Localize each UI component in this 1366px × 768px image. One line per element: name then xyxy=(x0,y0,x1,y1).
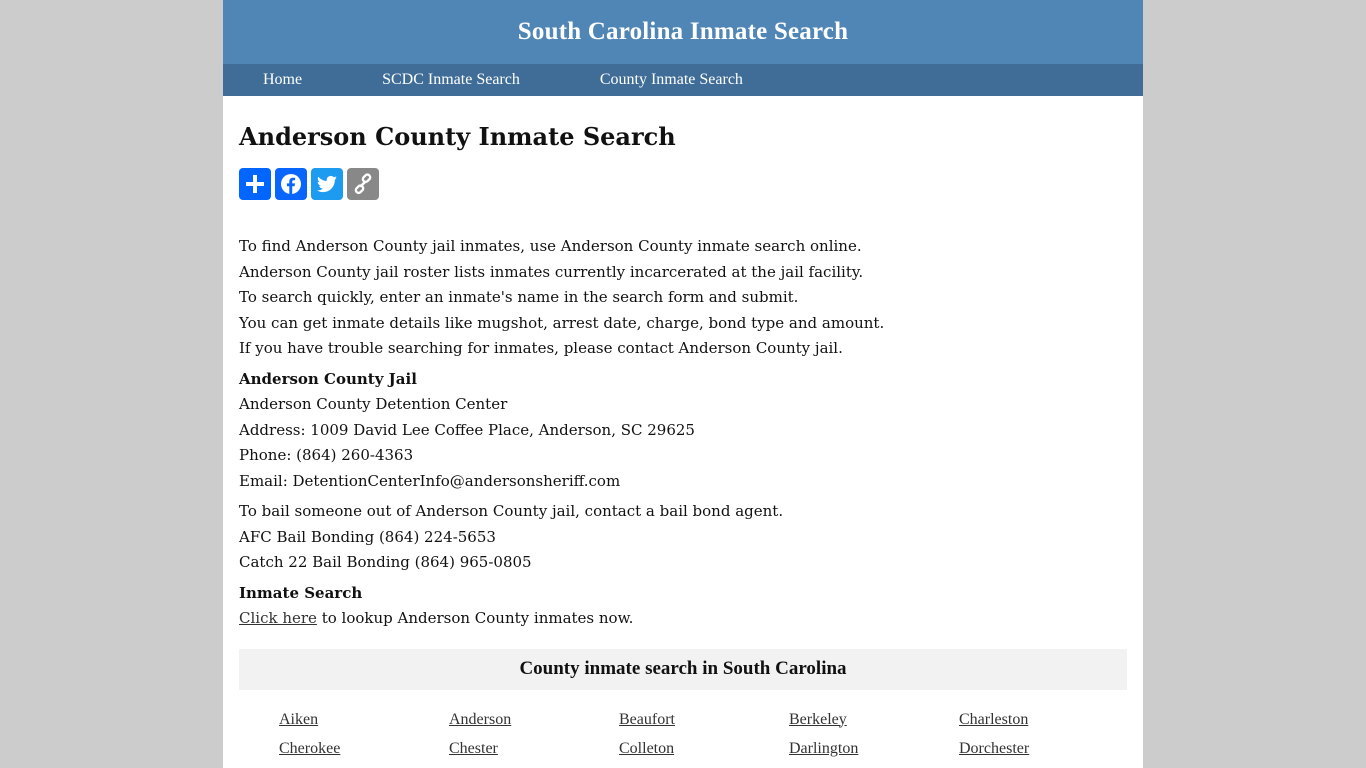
plus-icon xyxy=(246,175,264,193)
nav-home[interactable]: Home xyxy=(263,71,302,89)
twitter-icon xyxy=(316,175,337,193)
county-section-title: County inmate search in South Carolina xyxy=(519,658,847,679)
jail-info: Anderson County Jail Anderson County Det… xyxy=(239,367,1127,495)
intro-line: Anderson County jail roster lists inmate… xyxy=(239,262,864,281)
jail-phone: Phone: (864) 260-4363 xyxy=(239,446,414,464)
jail-name: Anderson County Detention Center xyxy=(239,395,508,413)
jail-email: Email: DetentionCenterInfo@andersonsheri… xyxy=(239,471,621,490)
inmate-search-suffix: to lookup Anderson County inmates now. xyxy=(316,609,634,627)
county-link-chester[interactable]: Chester xyxy=(449,738,619,760)
main-content: Anderson County Inmate Search To find An… xyxy=(223,122,1143,760)
intro-line: To search quickly, enter an inmate's nam… xyxy=(239,288,799,306)
bail-agent: Catch 22 Bail Bonding (864) 965-0805 xyxy=(239,553,532,571)
page-container: South Carolina Inmate Search Home SCDC I… xyxy=(223,0,1143,768)
twitter-share-button[interactable] xyxy=(311,168,343,200)
site-title[interactable]: South Carolina Inmate Search xyxy=(518,18,848,46)
main-nav: Home SCDC Inmate Search County Inmate Se… xyxy=(223,64,1143,96)
copy-link-button[interactable] xyxy=(347,168,379,200)
nav-county-inmate-search[interactable]: County Inmate Search xyxy=(600,71,743,89)
facebook-icon xyxy=(281,174,301,194)
jail-address: Address: 1009 David Lee Coffee Place, An… xyxy=(239,420,695,439)
county-link-colleton[interactable]: Colleton xyxy=(619,738,789,760)
county-link-cherokee[interactable]: Cherokee xyxy=(279,738,449,760)
county-link-aiken[interactable]: Aiken xyxy=(279,709,449,731)
bail-intro: To bail someone out of Anderson County j… xyxy=(239,502,784,520)
share-buttons xyxy=(239,168,1127,200)
site-header: South Carolina Inmate Search xyxy=(223,0,1143,64)
intro-paragraph: To find Anderson County jail inmates, us… xyxy=(239,234,1127,362)
intro-line: You can get inmate details like mugshot,… xyxy=(239,313,885,332)
county-link-darlington[interactable]: Darlington xyxy=(789,738,959,760)
facebook-share-button[interactable] xyxy=(275,168,307,200)
bail-info: To bail someone out of Anderson County j… xyxy=(239,499,1127,576)
page-title: Anderson County Inmate Search xyxy=(239,122,676,151)
click-here-link[interactable]: Click here xyxy=(239,609,317,627)
bail-agent: AFC Bail Bonding (864) 224-5653 xyxy=(239,527,496,546)
county-section-header: County inmate search in South Carolina xyxy=(239,648,1127,690)
share-button[interactable] xyxy=(239,168,271,200)
nav-scdc-inmate-search[interactable]: SCDC Inmate Search xyxy=(382,71,520,89)
inmate-search-text: Click here to lookup Anderson County inm… xyxy=(239,606,1127,632)
county-link-dorchester[interactable]: Dorchester xyxy=(959,738,1129,760)
county-link-beaufort[interactable]: Beaufort xyxy=(619,709,789,731)
inmate-search-section: Inmate Search Click here to lookup Ander… xyxy=(239,581,1127,632)
county-link-charleston[interactable]: Charleston xyxy=(959,709,1129,731)
intro-line: To find Anderson County jail inmates, us… xyxy=(239,237,862,255)
county-link-berkeley[interactable]: Berkeley xyxy=(789,709,959,731)
link-icon xyxy=(354,173,372,195)
intro-line: If you have trouble searching for inmate… xyxy=(239,339,843,357)
county-link-anderson[interactable]: Anderson xyxy=(449,709,619,731)
county-links-grid: Aiken Anderson Beaufort Berkeley Charles… xyxy=(239,709,1127,760)
inmate-search-heading: Inmate Search xyxy=(239,583,363,602)
jail-heading: Anderson County Jail xyxy=(239,369,417,388)
